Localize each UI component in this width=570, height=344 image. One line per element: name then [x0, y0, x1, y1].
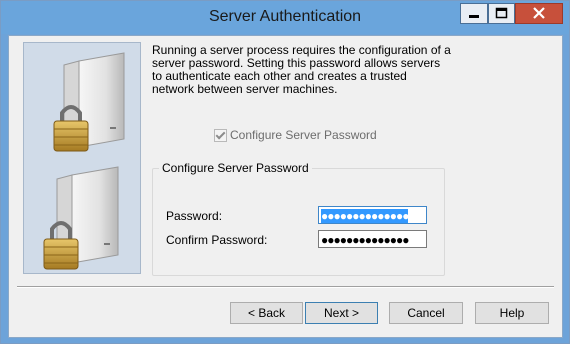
maximize-icon — [495, 7, 508, 19]
cancel-button[interactable]: Cancel — [389, 302, 463, 324]
button-separator — [17, 286, 554, 288]
confirm-password-field[interactable]: ●●●●●●●●●●●●●● — [318, 230, 427, 248]
next-button[interactable]: Next > — [305, 302, 378, 324]
description-text: Running a server process requires the co… — [152, 43, 451, 96]
confirm-password-label: Confirm Password: — [166, 233, 268, 247]
back-button[interactable]: < Back — [230, 302, 303, 324]
password-label: Password: — [166, 209, 223, 223]
server-lock-icon — [43, 52, 125, 270]
password-field[interactable]: ●●●●●●●●●●●●●● — [318, 206, 427, 224]
checkbox-label: Configure Server Password — [230, 128, 377, 142]
dialog-client-area: Running a server process requires the co… — [8, 35, 563, 338]
configure-server-password-checkbox[interactable]: Configure Server Password — [214, 128, 377, 142]
maximize-button[interactable] — [488, 3, 515, 24]
title-bar[interactable]: Server Authentication — [1, 1, 569, 34]
close-button[interactable] — [515, 3, 563, 24]
password-value: ●●●●●●●●●●●●●● — [321, 209, 409, 223]
minimize-icon — [469, 15, 479, 18]
configure-password-group: Configure Server Password Password: ●●●●… — [152, 161, 445, 276]
group-legend: Configure Server Password — [159, 161, 312, 175]
server-lock-illustration — [23, 42, 141, 274]
confirm-password-value: ●●●●●●●●●●●●●● — [321, 233, 409, 247]
dialog-window: Server Authentication Running a server p… — [0, 0, 570, 344]
help-button[interactable]: Help — [475, 302, 549, 324]
minimize-button[interactable] — [460, 3, 488, 24]
close-icon — [533, 7, 545, 19]
checkbox-check-icon — [214, 128, 227, 142]
